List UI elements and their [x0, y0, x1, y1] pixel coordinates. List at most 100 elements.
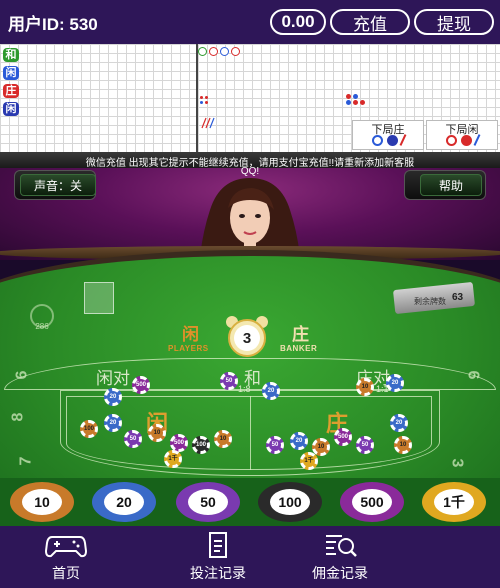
side-number: 7 [17, 456, 35, 466]
road-mark [205, 101, 208, 104]
chip-50[interactable]: 50 [176, 482, 240, 522]
bead-dot [346, 100, 351, 105]
recharge-button[interactable]: 充值 [330, 9, 410, 35]
cockroach-road-marks [201, 117, 215, 129]
roadmap-grid [0, 44, 500, 152]
center-divider [250, 396, 251, 470]
road-mark [200, 96, 203, 99]
table-chip: 20 [262, 382, 280, 400]
chip-100[interactable]: 100 [258, 482, 322, 522]
table-chip: 100 [192, 436, 210, 454]
ask-player-icons [427, 134, 497, 146]
road-ring [220, 47, 229, 56]
table-chip: 50 [124, 430, 142, 448]
nav-bet-records[interactable]: 投注记录 [158, 526, 278, 588]
top-header: 用户ID: 530 0.00 充值 提现 [0, 0, 500, 44]
balance-badge: 0.00 [270, 9, 326, 35]
big-road-rings [198, 47, 240, 56]
chip-selector: 10 20 50 100 500 1千 [0, 478, 500, 526]
nav-home-label: 首页 [52, 566, 80, 582]
table-chip: 50 [356, 436, 374, 454]
help-button[interactable]: 帮助 [420, 174, 482, 196]
chip-label: 20 [104, 489, 144, 515]
search-list-icon [326, 535, 357, 557]
chip-500[interactable]: 500 [340, 482, 404, 522]
game-table: 微信充值 出现其它提示不能继续充值，请用支付宝充值!!请重新添加新客服 QQ! … [0, 152, 500, 526]
table-chip: 500 [132, 376, 150, 394]
side-number: 6 [464, 370, 482, 380]
tie-odds: 1:8 [238, 384, 251, 394]
table-chip: 10 [214, 430, 232, 448]
side-number: 6 [13, 370, 31, 380]
legend-tie: 和 [3, 48, 19, 62]
table-chip: 10 [148, 424, 166, 442]
withdraw-button[interactable]: 提现 [414, 9, 494, 35]
red-dot-icon [461, 134, 472, 146]
chip-20[interactable]: 20 [92, 482, 156, 522]
chip-label: 10 [22, 489, 62, 515]
legend-player: 闲 [3, 66, 19, 80]
roadmap-panel: 和 闲 庄 闲 下局庄 下局闲 [0, 44, 500, 152]
chip-label: 500 [352, 489, 392, 515]
red-ring-icon [446, 134, 457, 146]
bead-dot [353, 94, 358, 99]
bead-dot [346, 94, 351, 99]
document-icon [209, 532, 227, 558]
bead-dot [353, 100, 358, 105]
bottom-navigation: 首页 投注记录 佣金记录 [0, 526, 500, 588]
ask-player-box[interactable]: 下局闲 [426, 120, 498, 150]
countdown-value: 3 [242, 330, 252, 347]
seat-count: 286 [35, 322, 49, 331]
table-chip: 1千 [164, 450, 182, 468]
table-chip: 10 [356, 378, 374, 396]
legend-banker: 庄 [3, 84, 19, 98]
table-chip: 20 [104, 388, 122, 406]
road-mark [200, 101, 203, 104]
table-chip: 20 [386, 374, 404, 392]
nav-commission-records[interactable]: 佣金记录 [280, 526, 400, 588]
player-title: 闲 [182, 325, 199, 344]
chip-1000[interactable]: 1千 [422, 482, 486, 522]
table-chip: 50 [266, 436, 284, 454]
chip-label: 50 [188, 489, 228, 515]
inner-zone-outline [66, 396, 432, 470]
deck-remaining-count: 63 [452, 292, 464, 303]
user-id-text: 用户ID: 530 [8, 14, 98, 34]
nav-commission-records-label: 佣金记录 [312, 566, 368, 582]
road-mark [205, 96, 208, 99]
banker-title: 庄 [292, 325, 309, 344]
ask-banker-icons [353, 134, 423, 146]
banker-subtitle: BANKER [280, 344, 318, 353]
table-chip: 1千 [300, 452, 318, 470]
roadmap-legend: 和 闲 庄 闲 [0, 48, 22, 120]
table-chip: 50 [220, 372, 238, 390]
roadmap-divider [196, 44, 198, 152]
table-chip: 500 [334, 428, 352, 446]
sound-toggle-button[interactable]: 声音：关 [20, 174, 96, 196]
chip-10[interactable]: 10 [10, 482, 74, 522]
player-subtitle: PLAYERS [168, 344, 209, 353]
red-slash-icon [399, 134, 407, 146]
deck-remaining-label: 剩余牌数 [414, 297, 446, 306]
table-chip: 20 [290, 432, 308, 450]
road-ring [209, 47, 218, 56]
card-shoe [84, 282, 114, 314]
table-chip: 20 [104, 414, 122, 432]
ask-banker-box[interactable]: 下局庄 [352, 120, 424, 150]
table-chip: 100 [80, 420, 98, 438]
road-ring [198, 47, 207, 56]
side-number: 8 [9, 412, 27, 422]
nav-home[interactable]: 首页 [6, 526, 126, 588]
blue-dot-icon [387, 134, 398, 146]
chip-label: 1千 [434, 489, 474, 515]
player-pair-label[interactable]: 闲对 [96, 364, 130, 389]
blue-ring-icon [372, 134, 383, 146]
baccarat-app: 用户ID: 530 0.00 充值 提现 和 闲 庄 闲 下局庄 下局闲 微信充… [0, 0, 500, 588]
side-number: 3 [448, 458, 466, 468]
chip-label: 100 [270, 489, 310, 515]
blue-slash-icon [473, 134, 481, 146]
legend-player-2: 闲 [3, 102, 19, 116]
gamepad-icon [44, 536, 88, 558]
table-chip: 10 [394, 436, 412, 454]
nav-bet-records-label: 投注记录 [190, 566, 246, 582]
